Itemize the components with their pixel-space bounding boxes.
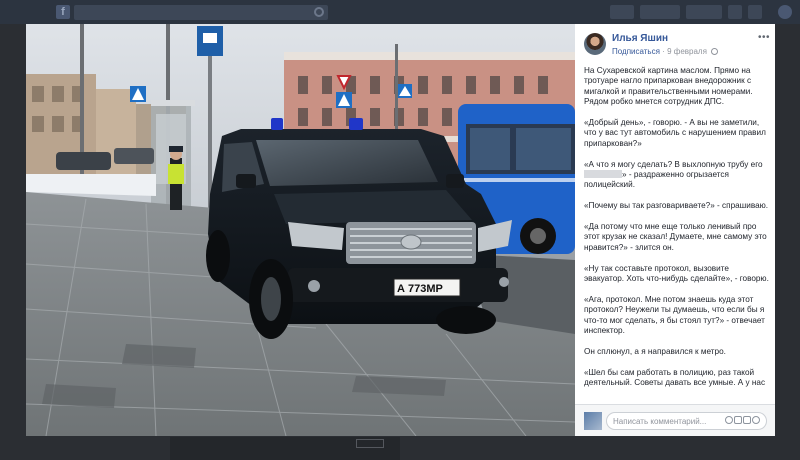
facebook-logo-icon[interactable]: f	[56, 5, 70, 19]
post-paragraph: Он сплюнул, а я направился к метро.	[584, 346, 726, 356]
background-label	[356, 439, 384, 448]
author-avatar[interactable]	[584, 33, 606, 55]
emoji-icon[interactable]	[725, 416, 733, 424]
nav-item[interactable]	[610, 5, 634, 19]
post-text-fragment: «А что я могу сделать? В выхлопную трубу…	[584, 159, 763, 169]
nav-item[interactable]	[640, 5, 680, 19]
more-icon[interactable]: •••	[758, 32, 770, 43]
author-name[interactable]: Илья Яшин	[612, 33, 668, 44]
search-bar[interactable]	[74, 5, 328, 20]
camera-icon[interactable]	[734, 416, 742, 424]
post-paragraph: «Почему вы так разговариваете?» - спраши…	[584, 201, 769, 211]
comment-bar: Написать комментарий...	[575, 404, 775, 436]
search-icon	[314, 7, 324, 17]
post-paragraph: «Добрый день», - говорю. - А вы не замет…	[584, 118, 766, 148]
post-header: Илья Яшин Подписаться · 9 февраля •••	[575, 24, 775, 60]
subscribe-link[interactable]: Подписаться	[612, 47, 660, 56]
nav-item[interactable]	[728, 5, 742, 19]
post-sidebar: Илья Яшин Подписаться · 9 февраля ••• На…	[575, 24, 775, 436]
comment-placeholder: Написать комментарий...	[613, 417, 707, 426]
post-meta: Подписаться · 9 февраля	[612, 47, 719, 56]
post-photo[interactable]: А 773МР	[26, 24, 575, 436]
gif-icon[interactable]	[743, 416, 751, 424]
sticker-icon[interactable]	[752, 416, 760, 424]
post-paragraph: На Сухаревской картина маслом. Прямо на …	[584, 66, 753, 107]
comment-tools	[724, 416, 760, 426]
nav-item[interactable]	[748, 5, 762, 19]
globe-icon	[711, 48, 719, 55]
redacted-word	[584, 170, 622, 179]
post-paragraph: «Ага, протокол. Мне потом знаешь куда эт…	[584, 294, 765, 336]
post-paragraph: «Шел бы сам работать в полицию, раз тако…	[584, 367, 766, 388]
commenter-avatar	[584, 412, 602, 430]
post-paragraph: «А что я могу сделать? В выхлопную трубу…	[584, 160, 770, 191]
facebook-top-bar: f	[0, 0, 800, 24]
comment-input[interactable]: Написать комментарий...	[606, 412, 767, 430]
post-text: На Сухаревской картина маслом. Прямо на …	[584, 66, 770, 404]
post-paragraph: «Ну так составьте протокол, вызовите эва…	[584, 263, 769, 284]
background-right-strip	[775, 24, 800, 436]
nav-item[interactable]	[686, 5, 722, 19]
license-plate: А 773МР	[397, 283, 443, 295]
post-date[interactable]: 9 февраля	[667, 47, 707, 56]
account-icon[interactable]	[778, 5, 792, 19]
post-paragraph: «Да потому что мне еще только ленивый пр…	[584, 222, 767, 252]
